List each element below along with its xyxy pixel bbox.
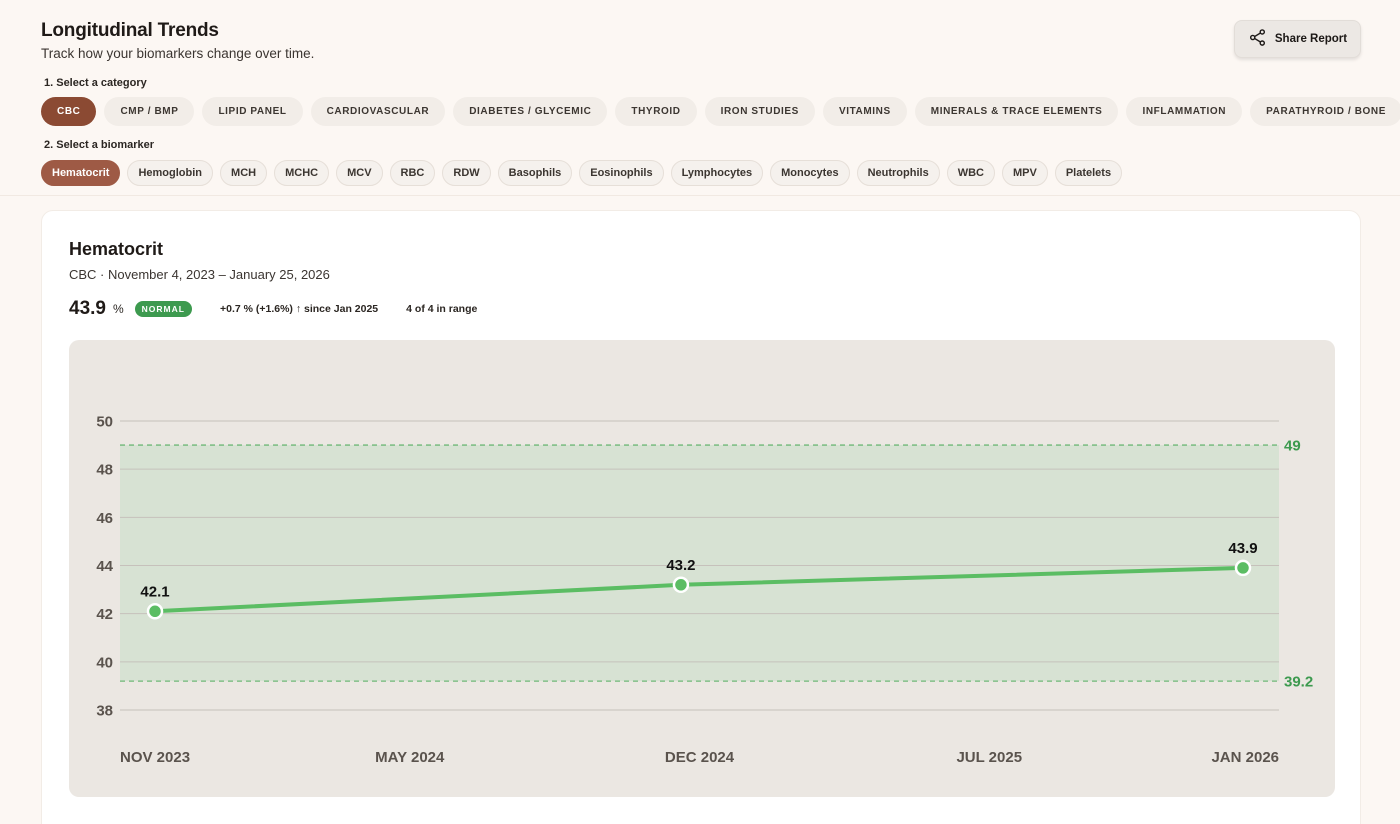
data-point — [672, 576, 690, 594]
category-pill[interactable]: THYROID — [615, 97, 697, 126]
reference-label-high: 49 — [1284, 438, 1301, 455]
y-tick-label: 44 — [96, 558, 113, 575]
page-title: Longitudinal Trends — [41, 20, 219, 41]
reference-label-low: 39.2 — [1284, 674, 1313, 691]
top-bar: Longitudinal Trends Track how your bioma… — [0, 0, 1400, 196]
category-pill[interactable]: MINERALS & TRACE ELEMENTS — [914, 97, 1119, 126]
data-label: 42.1 — [140, 583, 169, 600]
category-pill[interactable]: DIABETES / GLYCEMIC — [453, 97, 608, 126]
trend-chart: 50 48 46 44 42 40 38 49 39.2 NOV 2023 MAY 2024 DEC … — [96, 414, 1313, 767]
category-pills: CBC CMP / BMP LIPID PANEL CARDIOVASCULAR… — [41, 97, 1400, 126]
biomarker-pill[interactable]: Basophils — [497, 160, 573, 186]
biomarker-pill[interactable]: Platelets — [1054, 160, 1123, 186]
category-pill[interactable]: LIPID PANEL — [202, 97, 303, 126]
chart-panel: 50 48 46 44 42 40 38 49 39.2 NOV 2023 MAY 2024 DEC … — [69, 340, 1335, 797]
stat-row: 43.9 % NORMAL +0.7 % (+1.6%) ↑ since Jan… — [69, 297, 477, 321]
biomarker-title: Hematocrit — [69, 239, 164, 259]
share-report-label: Share Report — [1274, 33, 1348, 45]
y-tick-label: 46 — [96, 510, 113, 527]
biomarker-pill[interactable]: MCH — [220, 160, 268, 186]
biomarker-pill[interactable]: Monocytes — [770, 160, 850, 186]
data-point — [1234, 559, 1252, 577]
x-tick-label: MAY 2024 — [375, 749, 445, 766]
data-label: 43.2 — [666, 557, 695, 574]
biomarker-pill[interactable]: Hematocrit — [41, 160, 121, 186]
value-unit: % — [112, 302, 124, 316]
x-tick-label: JUL 2025 — [956, 749, 1022, 766]
change-summary: +0.7 % (+1.6%) ↑ since Jan 2025 — [219, 303, 379, 315]
data-label: 43.9 — [1228, 540, 1257, 557]
biomarker-pill[interactable]: MPV — [1001, 160, 1048, 186]
trend-card: Hematocrit CBC · November 4, 2023 – Janu… — [41, 210, 1361, 824]
y-tick-label: 42 — [96, 606, 113, 623]
y-tick-label: 50 — [96, 414, 113, 431]
page-subtitle: Track how your biomarkers change over ti… — [41, 46, 315, 61]
category-pill[interactable]: INFLAMMATION — [1126, 97, 1243, 126]
biomarker-pill[interactable]: MCV — [336, 160, 383, 186]
biomarker-step-label: 2. Select a biomarker — [44, 139, 155, 151]
category-step-label: 1. Select a category — [44, 77, 147, 89]
y-tick-label: 38 — [96, 703, 113, 720]
biomarker-pill[interactable]: RDW — [442, 160, 491, 186]
category-pill[interactable]: IRON STUDIES — [704, 97, 815, 126]
biomarker-pills: Hematocrit Hemoglobin MCH MCHC MCV RBC R… — [41, 160, 1123, 186]
x-tick-label: JAN 2026 — [1211, 749, 1279, 766]
biomarker-date-range: CBC · November 4, 2023 – January 25, 202… — [69, 267, 330, 282]
biomarker-pill[interactable]: RBC — [389, 160, 436, 186]
biomarker-pill[interactable]: Hemoglobin — [127, 160, 214, 186]
reference-range-band — [120, 445, 1279, 682]
biomarker-pill[interactable]: Neutrophils — [856, 160, 940, 186]
biomarker-pill[interactable]: Eosinophils — [579, 160, 664, 186]
data-point — [146, 603, 164, 620]
category-pill[interactable]: CBC — [41, 97, 97, 126]
category-pill[interactable]: CMP / BMP — [104, 97, 195, 126]
biomarker-pill[interactable]: WBC — [946, 160, 995, 186]
share-report-button[interactable]: Share Report — [1234, 20, 1361, 58]
biomarker-pill[interactable]: MCHC — [274, 160, 330, 186]
in-range-count: 4 of 4 in range — [406, 303, 478, 315]
category-pill[interactable]: VITAMINS — [822, 97, 907, 126]
biomarker-pill[interactable]: Lymphocytes — [670, 160, 764, 186]
category-pill[interactable]: CARDIOVASCULAR — [310, 97, 446, 126]
x-tick-label: NOV 2023 — [120, 749, 190, 766]
y-tick-label: 40 — [96, 654, 113, 671]
share-icon — [1248, 28, 1267, 50]
latest-value: 43.9 — [69, 298, 106, 319]
x-tick-label: DEC 2024 — [665, 749, 735, 766]
category-pill[interactable]: PARATHYROID / BONE — [1250, 97, 1400, 126]
y-tick-label: 48 — [96, 462, 113, 479]
status-badge: NORMAL — [134, 301, 192, 317]
